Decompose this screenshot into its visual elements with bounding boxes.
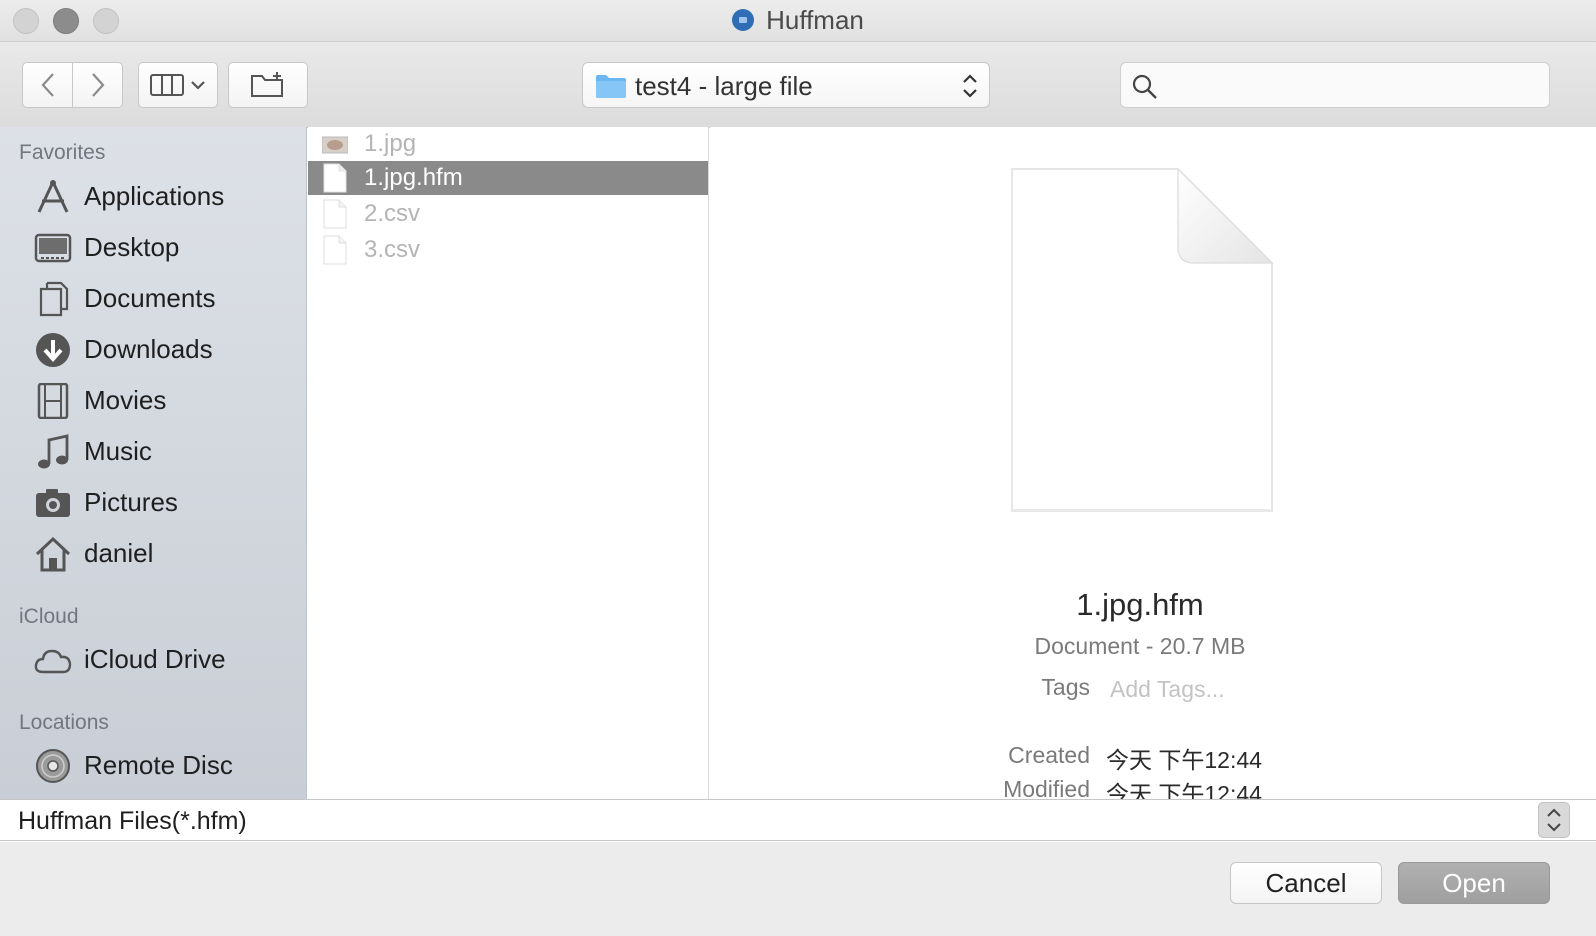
file-row-2-csv[interactable]: 2.csv (308, 197, 708, 231)
file-name: 1.jpg.hfm (364, 164, 463, 191)
chevron-right-icon (91, 73, 104, 97)
chevron-down-icon (191, 81, 205, 90)
sidebar-item-icloud-drive[interactable]: iCloud Drive (33, 638, 303, 682)
file-name: 1.jpg (364, 130, 417, 157)
app-icon (732, 9, 755, 31)
updown-arrows-icon (1547, 808, 1561, 832)
created-label: Created (1008, 742, 1090, 768)
open-button[interactable]: Open (1398, 862, 1550, 904)
search-icon (1132, 74, 1157, 99)
window-title-wrap: Huffman (0, 5, 1596, 36)
sidebar-item-label: Applications (84, 181, 225, 211)
preview-file-name: 1.jpg.hfm (1076, 587, 1204, 622)
preview-file-kind: Document - 20.7 MB (1034, 633, 1246, 659)
path-popup[interactable]: test4 - large file (582, 62, 990, 108)
sidebar-item-label: Documents (84, 283, 216, 313)
document-icon (323, 163, 347, 193)
preview-pane: 1.jpg.hfm Document - 20.7 MB Tags Add Ta… (710, 127, 1596, 799)
title-bar: Huffman (0, 0, 1596, 42)
home-icon (35, 536, 71, 572)
large-document-icon (1011, 167, 1274, 512)
file-name: 2.csv (364, 200, 421, 227)
sidebar-item-movies[interactable]: Movies (33, 379, 303, 423)
path-label: test4 - large file (635, 71, 813, 101)
sidebar-item-desktop[interactable]: Desktop (33, 226, 303, 270)
file-row-3-csv[interactable]: 3.csv (308, 233, 708, 267)
folder-icon (596, 75, 626, 98)
sidebar-item-label: Pictures (84, 487, 178, 517)
sidebar-item-label: Remote Disc (84, 750, 233, 780)
back-forward-group (22, 62, 124, 108)
file-row-1-jpg-hfm[interactable]: 1.jpg.hfm (308, 161, 708, 195)
file-name: 3.csv (364, 236, 421, 263)
toolbar: test4 - large file (0, 42, 1596, 128)
downloads-icon (36, 333, 70, 367)
modified-value: 今天 下午12:44 (1106, 781, 1262, 799)
sidebar-item-label: Desktop (84, 232, 180, 262)
file-type-stepper[interactable] (1538, 802, 1570, 838)
sidebar-item-label: Music (84, 436, 152, 466)
updown-arrows-icon (963, 74, 977, 98)
music-icon (38, 434, 69, 469)
sidebar-heading-favorites: Favorites (19, 141, 106, 164)
image-thumbnail-icon (322, 136, 348, 154)
cancel-button[interactable]: Cancel (1230, 862, 1382, 904)
applications-icon (37, 180, 69, 213)
back-button[interactable] (22, 62, 73, 108)
sidebar-item-documents[interactable]: Documents (33, 277, 303, 321)
document-icon (323, 235, 347, 265)
file-row-1-jpg[interactable]: 1.jpg (308, 127, 708, 161)
tags-label: Tags (1041, 674, 1090, 700)
new-folder-icon (251, 72, 283, 97)
sidebar-item-music[interactable]: Music (33, 430, 303, 474)
file-list: 1.jpg 1.jpg.hfm 2.csv 3.csv (308, 127, 709, 799)
sidebar-item-label: Downloads (84, 334, 213, 364)
dialog-button-bar: Cancel Open (0, 842, 1596, 936)
document-icon (323, 199, 347, 229)
documents-icon (39, 281, 69, 317)
sidebar-item-pictures[interactable]: Pictures (33, 481, 303, 525)
view-mode-button[interactable] (138, 62, 218, 108)
sidebar-item-daniel[interactable]: daniel (33, 532, 303, 576)
sidebar-item-remote-disc[interactable]: Remote Disc (33, 744, 303, 788)
modified-label: Modified (1003, 776, 1090, 799)
sidebar-item-label: daniel (84, 538, 154, 568)
window-title: Huffman (766, 5, 864, 35)
add-tags-field[interactable]: Add Tags... (1110, 676, 1225, 703)
file-type-filter-value: Huffman Files(*.hfm) (18, 807, 247, 835)
sidebar-item-applications[interactable]: Applications (33, 175, 303, 219)
sidebar-heading-icloud: iCloud (19, 605, 79, 628)
movies-icon (37, 383, 69, 419)
file-type-filter[interactable]: Huffman Files(*.hfm) (0, 799, 1596, 841)
desktop-icon (34, 233, 72, 263)
sidebar-item-label: iCloud Drive (84, 644, 226, 674)
pictures-icon (36, 489, 70, 517)
search-field[interactable] (1120, 62, 1550, 108)
sidebar-heading-locations: Locations (19, 711, 109, 734)
created-value: 今天 下午12:44 (1106, 747, 1262, 773)
forward-button[interactable] (72, 62, 123, 108)
disc-icon (36, 749, 70, 783)
sidebar-item-downloads[interactable]: Downloads (33, 328, 303, 372)
sidebar: Favorites Applications Desktop Documents… (0, 127, 307, 799)
new-folder-button[interactable] (228, 62, 308, 108)
chevron-left-icon (41, 73, 54, 97)
sidebar-item-label: Movies (84, 385, 167, 415)
cloud-icon (34, 649, 72, 674)
columns-view-icon (150, 74, 184, 96)
